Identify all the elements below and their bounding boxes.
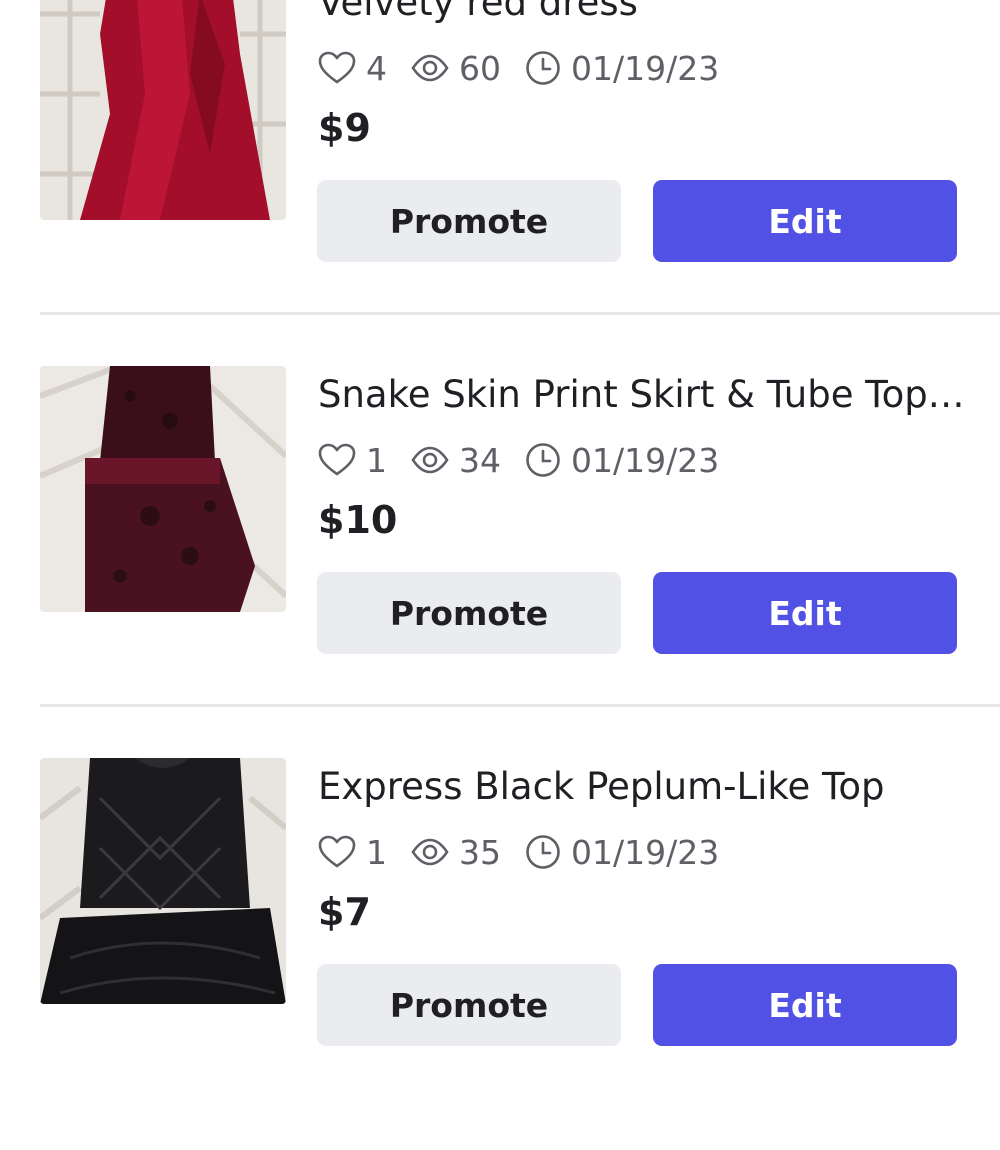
heart-icon	[318, 443, 356, 476]
views-count: 35	[459, 832, 501, 872]
date-stat: 01/19/23	[525, 49, 719, 88]
clock-icon	[526, 51, 560, 85]
listing-title[interactable]: Velvety red dress	[318, 0, 968, 32]
listing-thumbnail[interactable]	[40, 366, 286, 612]
listing-stats: 1 35 01/19/23	[318, 830, 743, 874]
listing-title[interactable]: Snake Skin Print Skirt & Tube Top…	[318, 366, 968, 424]
listing-thumbnail[interactable]	[40, 0, 286, 220]
date-stat: 01/19/23	[525, 833, 719, 872]
likes-stat: 4	[318, 49, 387, 88]
listing-date: 01/19/23	[571, 832, 720, 872]
promote-button[interactable]: Promote	[317, 180, 621, 262]
date-stat: 01/19/23	[525, 441, 719, 480]
clock-icon	[526, 835, 560, 869]
listing-stats: 1 34 01/19/23	[318, 438, 743, 482]
listing-image-snake-skin-set	[40, 366, 286, 612]
views-stat: 35	[411, 833, 501, 872]
eye-icon	[411, 838, 449, 866]
likes-count: 4	[366, 48, 387, 88]
eye-icon	[411, 54, 449, 82]
listing-date: 01/19/23	[571, 48, 720, 88]
listing-title[interactable]: Express Black Peplum-Like Top	[318, 758, 968, 816]
listing-price: $7	[318, 890, 371, 934]
listing-stats: 4 60 01/19/23	[318, 46, 743, 90]
likes-stat: 1	[318, 441, 387, 480]
views-stat: 34	[411, 441, 501, 480]
eye-icon	[411, 446, 449, 474]
views-count: 34	[459, 440, 501, 480]
views-count: 60	[459, 48, 501, 88]
listing-thumbnail[interactable]	[40, 758, 286, 1004]
views-stat: 60	[411, 49, 501, 88]
edit-button[interactable]: Edit	[653, 180, 957, 262]
promote-button[interactable]: Promote	[317, 964, 621, 1046]
likes-stat: 1	[318, 833, 387, 872]
likes-count: 1	[366, 440, 387, 480]
listing-price: $10	[318, 498, 398, 542]
promote-button[interactable]: Promote	[317, 572, 621, 654]
listing-item[interactable]: Snake Skin Print Skirt & Tube Top… 1 34 …	[0, 366, 1000, 758]
divider	[40, 312, 1000, 315]
likes-count: 1	[366, 832, 387, 872]
listing-image-red-dress	[40, 0, 286, 220]
listing-date: 01/19/23	[571, 440, 720, 480]
clock-icon	[526, 443, 560, 477]
divider	[40, 704, 1000, 707]
listing-price: $9	[318, 106, 371, 150]
listing-image-black-peplum-top	[40, 758, 286, 1004]
edit-button[interactable]: Edit	[653, 964, 957, 1046]
edit-button[interactable]: Edit	[653, 572, 957, 654]
heart-icon	[318, 835, 356, 868]
listing-item[interactable]: Express Black Peplum-Like Top 1 35 01/19…	[0, 758, 1000, 1150]
heart-icon	[318, 51, 356, 84]
